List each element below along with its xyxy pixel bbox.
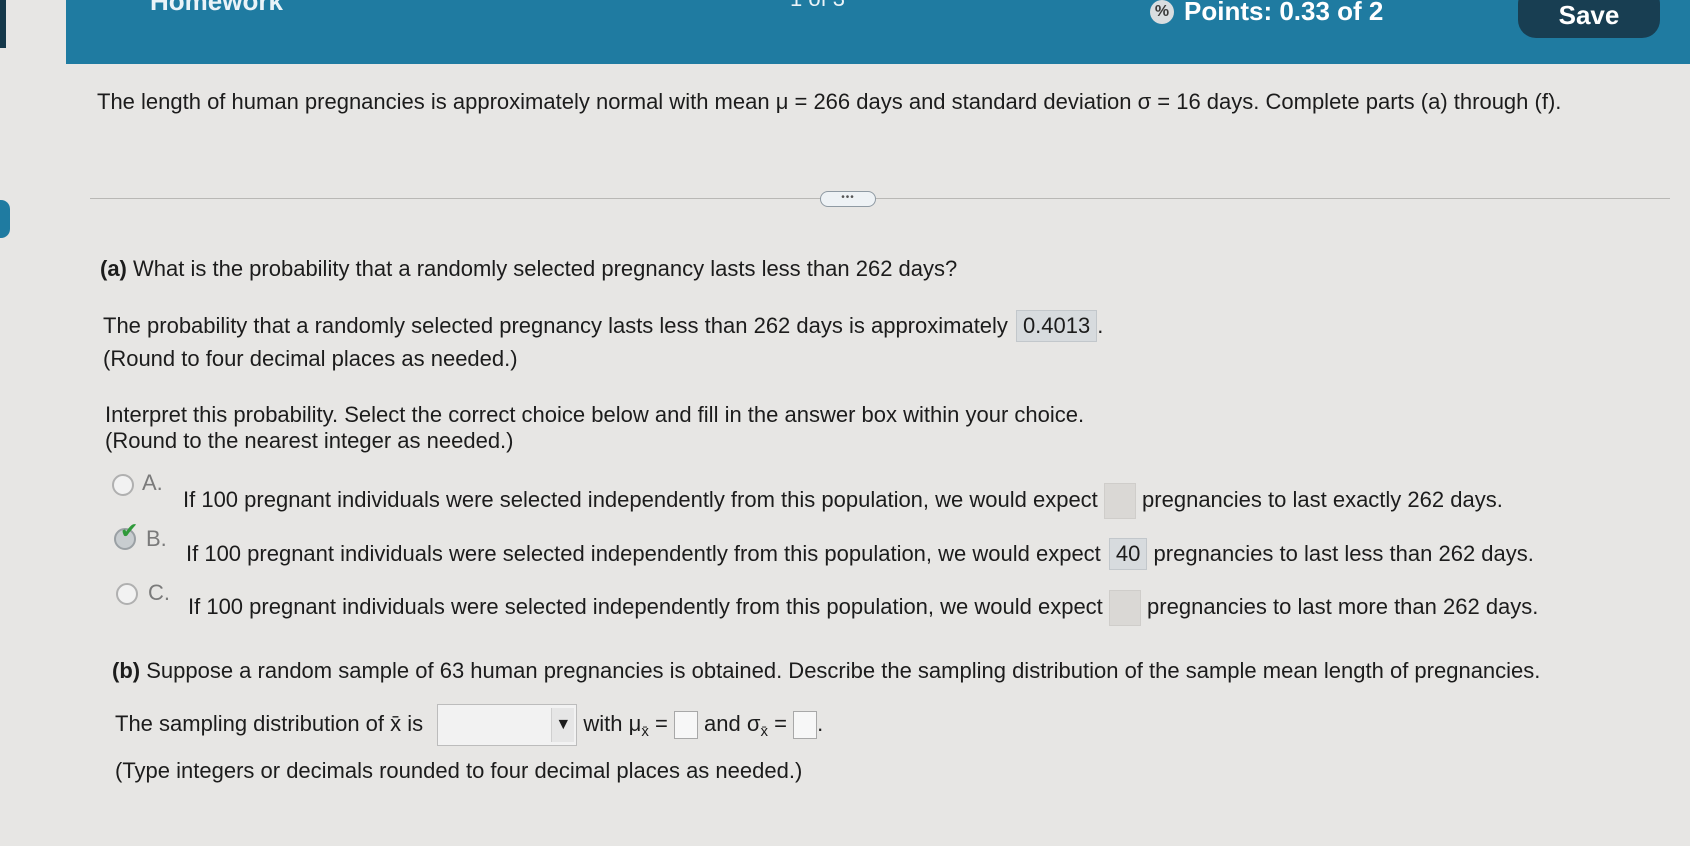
window-edge [0, 0, 6, 48]
part-b-label: (b) [112, 658, 141, 683]
choice-c-radio[interactable] [116, 583, 138, 605]
checkmark-icon: ✔ [120, 518, 139, 543]
mu-equals: = [654, 710, 668, 736]
choice-c-text: If 100 pregnant individuals were selecte… [188, 590, 1538, 626]
with-mu-text: with μ [583, 710, 642, 736]
choice-a-suffix: pregnancies to last exactly 262 days. [1142, 486, 1503, 512]
part-b-question: (b) Suppose a random sample of 63 human … [112, 658, 1540, 684]
part-a-answer-line: The probability that a randomly selected… [103, 310, 1103, 342]
part-a-answer-text: The probability that a randomly selected… [103, 313, 1008, 338]
type-note: (Type integers or decimals rounded to fo… [115, 758, 803, 783]
part-a-answer-period: . [1097, 313, 1104, 338]
round-note: (Round to four decimal places as needed.… [103, 346, 518, 371]
and-sigma-text: and σ [704, 710, 761, 736]
choice-b-prefix: If 100 pregnant individuals were selecte… [186, 541, 1101, 566]
part-b-period: . [817, 710, 824, 736]
save-button[interactable]: Save [1518, 0, 1660, 38]
mu-input[interactable] [673, 711, 698, 739]
points-label: Points: 0.33 of 2 [1184, 0, 1384, 26]
part-b-answer-line: The sampling distribution of x̄ is ▼ wit… [115, 704, 823, 746]
side-indicator [0, 200, 10, 238]
sigma-input[interactable] [793, 711, 818, 739]
choice-b-input[interactable]: 40 [1108, 538, 1148, 570]
homework-title: Homework [150, 0, 283, 16]
choice-c-letter: C. [148, 580, 170, 605]
part-a-label: (a) [100, 256, 127, 281]
choice-c-suffix: pregnancies to last more than 262 days. [1147, 593, 1539, 619]
part-a-answer-box[interactable]: 0.4013 [1015, 310, 1098, 342]
sigma-subscript: x̄ [760, 723, 768, 741]
expand-button[interactable]: ••• [820, 191, 876, 207]
interpret-note: (Round to the nearest integer as needed.… [105, 428, 514, 453]
choice-a-text: If 100 pregnant individuals were selecte… [183, 483, 1503, 519]
sigma-equals: = [774, 710, 787, 736]
part-a-question-text: What is the probability that a randomly … [133, 256, 958, 281]
sampling-text: The sampling distribution of x̄ is [115, 710, 424, 736]
problem-intro: The length of human pregnancies is appro… [97, 89, 1562, 114]
choice-b-suffix: pregnancies to last less than 262 days. [1153, 541, 1534, 566]
choice-a-radio[interactable] [112, 474, 134, 496]
choice-b-letter: B. [146, 526, 167, 551]
choice-a-prefix: If 100 pregnant individuals were selecte… [183, 486, 1098, 512]
choice-a-input[interactable] [1103, 483, 1136, 519]
choice-c-input[interactable] [1108, 590, 1141, 626]
interpret-text: Interpret this probability. Select the c… [105, 402, 1085, 427]
choice-a-letter: A. [142, 470, 163, 495]
choice-b-text: If 100 pregnant individuals were selecte… [186, 538, 1534, 570]
mu-subscript: x̄ [641, 723, 649, 741]
part-b-question-text: Suppose a random sample of 63 human preg… [146, 658, 1541, 683]
dropdown-arrow-icon: ▼ [551, 708, 575, 742]
divider [90, 198, 1670, 199]
question-counter: 1 of 3 [790, 0, 845, 12]
points-display: % Points: 0.33 of 2 [1150, 0, 1383, 27]
part-a-question: (a) What is the probability that a rando… [100, 256, 957, 282]
points-icon: % [1150, 0, 1174, 24]
distribution-dropdown[interactable]: ▼ [437, 704, 578, 746]
header-bar [66, 0, 1690, 64]
choice-c-prefix: If 100 pregnant individuals were selecte… [188, 593, 1103, 619]
